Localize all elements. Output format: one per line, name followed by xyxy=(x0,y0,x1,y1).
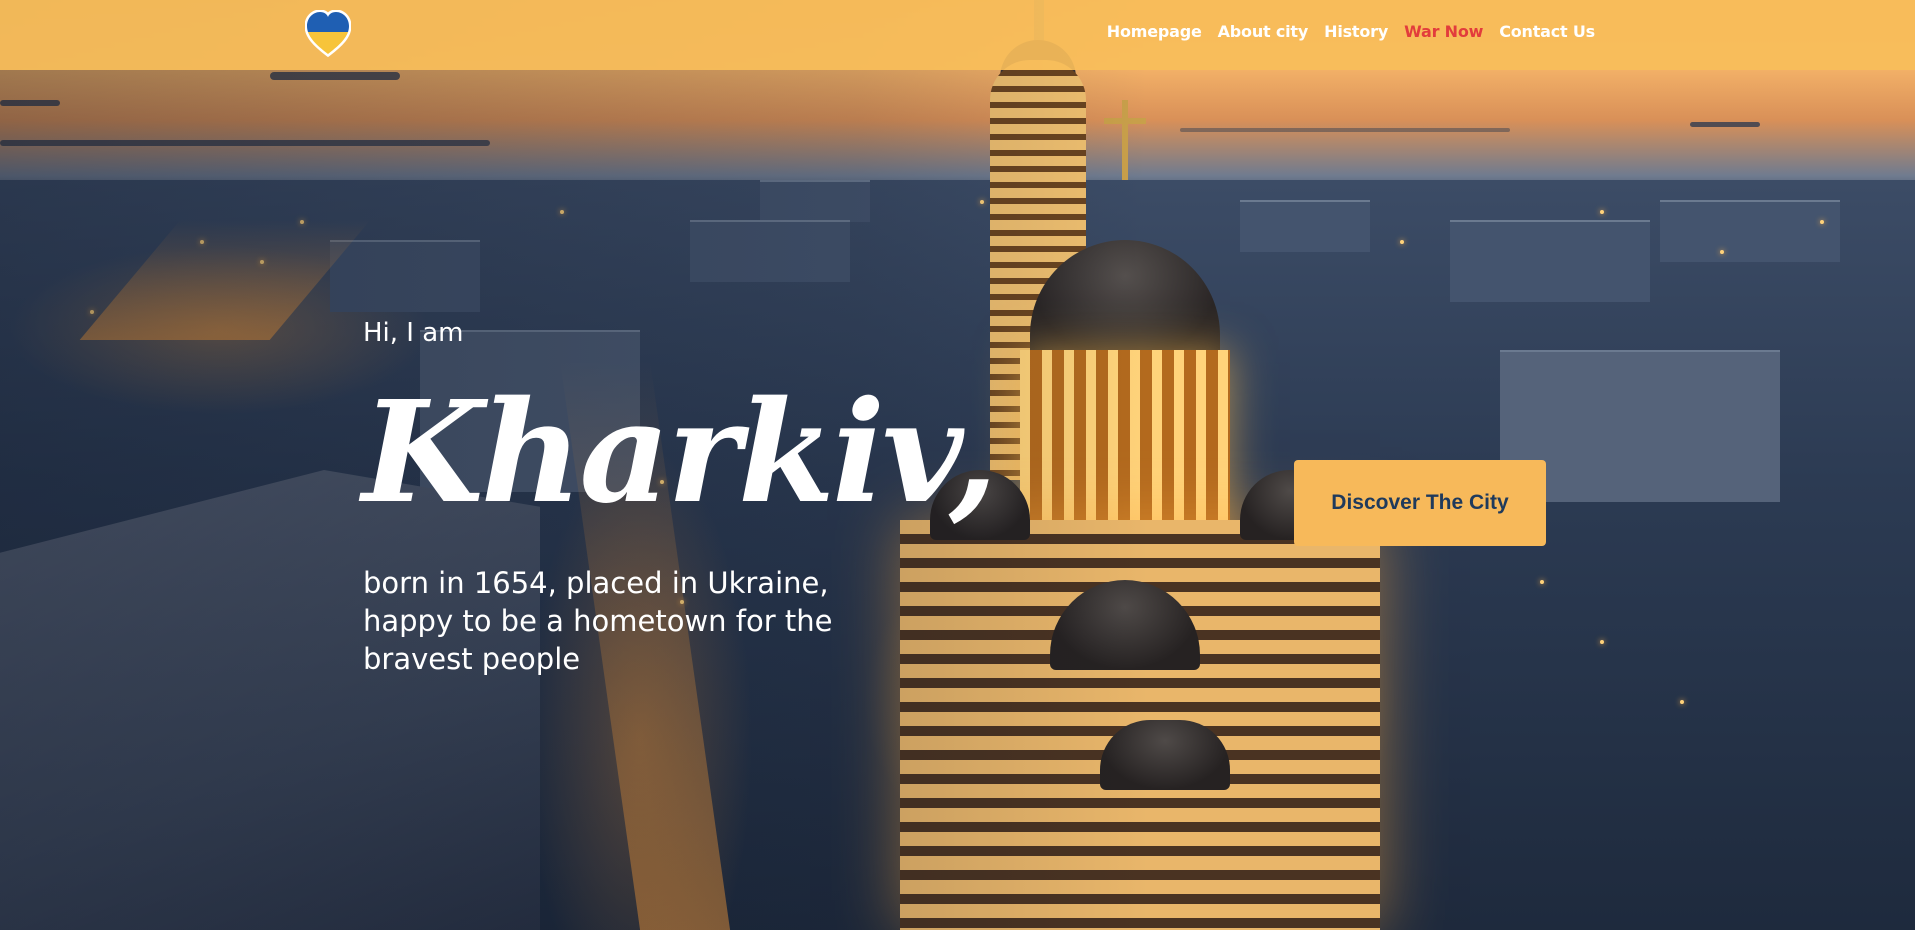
hero-greeting: Hi, I am xyxy=(363,318,464,348)
hero-title: Kharkiv, xyxy=(362,371,998,535)
top-navbar: Homepage About city History War Now Cont… xyxy=(0,0,1915,70)
nav-history[interactable]: History xyxy=(1324,22,1388,41)
nav-contact-us[interactable]: Contact Us xyxy=(1499,22,1595,41)
nav-homepage[interactable]: Homepage xyxy=(1107,22,1202,41)
main-navigation: Homepage About city History War Now Cont… xyxy=(1107,22,1595,41)
hero-tagline: born in 1654, placed in Ukraine, happy t… xyxy=(363,566,833,676)
ukraine-heart-icon[interactable] xyxy=(304,9,352,58)
discover-city-button[interactable]: Discover The City xyxy=(1294,460,1546,546)
nav-war-now[interactable]: War Now xyxy=(1404,22,1483,41)
nav-about-city[interactable]: About city xyxy=(1218,22,1309,41)
